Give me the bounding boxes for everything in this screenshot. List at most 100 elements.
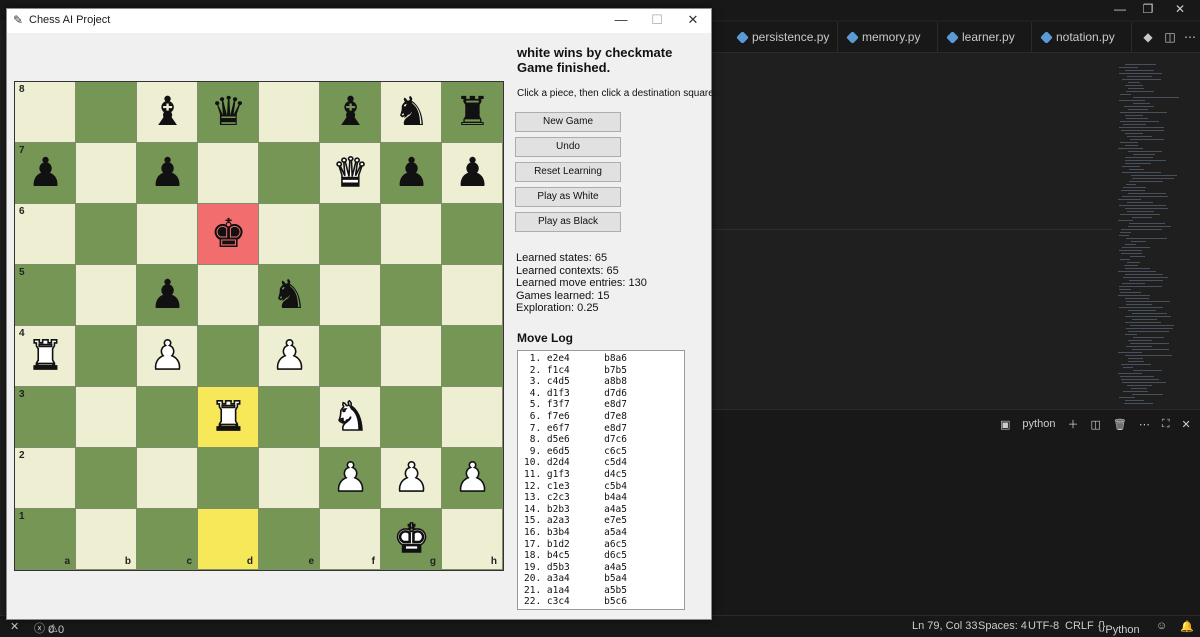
- square-a4[interactable]: 4 ♜: [15, 326, 76, 387]
- square-h8[interactable]: ♜: [442, 82, 503, 143]
- remote-icon[interactable]: ✕: [10, 620, 19, 633]
- square-c5[interactable]: ♟: [137, 265, 198, 326]
- square-c8[interactable]: ♝: [137, 82, 198, 143]
- square-h3[interactable]: [442, 387, 503, 448]
- white-rook-icon[interactable]: ♜: [15, 331, 76, 381]
- square-f3[interactable]: ♞: [320, 387, 381, 448]
- square-f5[interactable]: [320, 265, 381, 326]
- black-knight-icon[interactable]: ♞: [259, 270, 320, 320]
- square-a5[interactable]: 5: [15, 265, 76, 326]
- square-d7[interactable]: [198, 143, 259, 204]
- terminal-label[interactable]: python: [1022, 418, 1055, 430]
- square-c2[interactable]: [137, 448, 198, 509]
- split-terminal-icon[interactable]: ◫: [1090, 418, 1100, 431]
- square-b4[interactable]: [76, 326, 137, 387]
- tab-persistence[interactable]: persistence.py: [728, 22, 838, 53]
- reset-learning-button[interactable]: Reset Learning: [515, 162, 621, 182]
- play-as-black-button[interactable]: Play as Black: [515, 212, 621, 232]
- square-d1[interactable]: d: [198, 509, 259, 570]
- square-e3[interactable]: [259, 387, 320, 448]
- white-rook-icon[interactable]: ♜: [198, 392, 259, 442]
- square-h2[interactable]: ♟: [442, 448, 503, 509]
- square-d6[interactable]: ♚: [198, 204, 259, 265]
- square-a3[interactable]: 3: [15, 387, 76, 448]
- square-d8[interactable]: ♛: [198, 82, 259, 143]
- square-g8[interactable]: ♞: [381, 82, 442, 143]
- square-a2[interactable]: 2: [15, 448, 76, 509]
- terminal-panel[interactable]: [712, 409, 1200, 615]
- line-endings[interactable]: CRLF: [1065, 620, 1094, 632]
- square-f7[interactable]: ♛: [320, 143, 381, 204]
- close-icon[interactable]: ✕: [1160, 0, 1200, 20]
- indentation[interactable]: Spaces: 4: [978, 620, 1027, 632]
- square-b3[interactable]: [76, 387, 137, 448]
- trash-icon[interactable]: 🗑: [1113, 418, 1127, 431]
- square-e4[interactable]: ♟: [259, 326, 320, 387]
- minimize-icon[interactable]: —: [603, 9, 639, 33]
- black-queen-icon[interactable]: ♛: [198, 87, 259, 137]
- square-d5[interactable]: [198, 265, 259, 326]
- undo-button[interactable]: Undo: [515, 137, 621, 157]
- new-game-button[interactable]: New Game: [515, 112, 621, 132]
- move-log[interactable]: 1. e2e4 b8a6 2. f1c4 b7b5 3. c4d5 a8b8 4…: [517, 350, 685, 610]
- square-h5[interactable]: [442, 265, 503, 326]
- tab-memory[interactable]: memory.py: [838, 22, 938, 53]
- close-panel-icon[interactable]: ✕: [1182, 418, 1191, 431]
- square-h6[interactable]: [442, 204, 503, 265]
- square-c4[interactable]: ♟: [137, 326, 198, 387]
- square-e8[interactable]: [259, 82, 320, 143]
- square-e2[interactable]: [259, 448, 320, 509]
- tab-learner[interactable]: learner.py: [938, 22, 1032, 53]
- encoding[interactable]: UTF-8: [1028, 620, 1059, 632]
- square-a8[interactable]: 8: [15, 82, 76, 143]
- square-d3[interactable]: ♜: [198, 387, 259, 448]
- square-f4[interactable]: [320, 326, 381, 387]
- black-knight-icon[interactable]: ♞: [381, 87, 442, 137]
- square-g3[interactable]: [381, 387, 442, 448]
- white-pawn-icon[interactable]: ♟: [259, 331, 320, 381]
- chess-board[interactable]: 8 ♝ ♛ ♝ ♞ ♜ 7 ♟ ♟ ♛ ♟ ♟ 6 ♚ 5 ♟ ♞ 4 ♜ ♟ ♟ 3 ♜ ♞ 2 ♟ ♟ ♟ 1 a b c d e f g ♚ h: [14, 81, 504, 571]
- square-c7[interactable]: ♟: [137, 143, 198, 204]
- square-g4[interactable]: [381, 326, 442, 387]
- play-as-white-button[interactable]: Play as White: [515, 187, 621, 207]
- square-g2[interactable]: ♟: [381, 448, 442, 509]
- square-b2[interactable]: [76, 448, 137, 509]
- square-d2[interactable]: [198, 448, 259, 509]
- square-c3[interactable]: [137, 387, 198, 448]
- white-king-icon[interactable]: ♚: [381, 514, 442, 564]
- new-terminal-icon[interactable]: ＋: [1067, 416, 1078, 432]
- language-mode[interactable]: {} Python: [1098, 620, 1140, 636]
- white-pawn-icon[interactable]: ♟: [320, 453, 381, 503]
- square-e1[interactable]: e: [259, 509, 320, 570]
- white-pawn-icon[interactable]: ♟: [381, 453, 442, 503]
- square-f1[interactable]: f: [320, 509, 381, 570]
- square-e5[interactable]: ♞: [259, 265, 320, 326]
- white-knight-icon[interactable]: ♞: [320, 392, 381, 442]
- square-b6[interactable]: [76, 204, 137, 265]
- black-bishop-icon[interactable]: ♝: [137, 87, 198, 137]
- black-pawn-icon[interactable]: ♟: [381, 148, 442, 198]
- square-f8[interactable]: ♝: [320, 82, 381, 143]
- black-pawn-icon[interactable]: ♟: [15, 148, 76, 198]
- square-h4[interactable]: [442, 326, 503, 387]
- minimap[interactable]: [1118, 64, 1190, 404]
- notifications-icon[interactable]: 🔔: [1180, 620, 1194, 633]
- white-queen-icon[interactable]: ♛: [320, 148, 381, 198]
- black-pawn-icon[interactable]: ♟: [137, 148, 198, 198]
- more-actions-icon[interactable]: ⋯: [1182, 22, 1198, 53]
- maximize-panel-icon[interactable]: ⛶: [1162, 418, 1170, 431]
- black-pawn-icon[interactable]: ♟: [442, 148, 503, 198]
- square-a1[interactable]: 1a: [15, 509, 76, 570]
- black-bishop-icon[interactable]: ♝: [320, 87, 381, 137]
- square-e6[interactable]: [259, 204, 320, 265]
- square-c1[interactable]: c: [137, 509, 198, 570]
- square-a6[interactable]: 6: [15, 204, 76, 265]
- square-g5[interactable]: [381, 265, 442, 326]
- square-b7[interactable]: [76, 143, 137, 204]
- square-b1[interactable]: b: [76, 509, 137, 570]
- maximize-icon[interactable]: ☐: [639, 9, 675, 33]
- square-h7[interactable]: ♟: [442, 143, 503, 204]
- square-d4[interactable]: [198, 326, 259, 387]
- square-b5[interactable]: [76, 265, 137, 326]
- tab-notation[interactable]: notation.py: [1032, 22, 1132, 53]
